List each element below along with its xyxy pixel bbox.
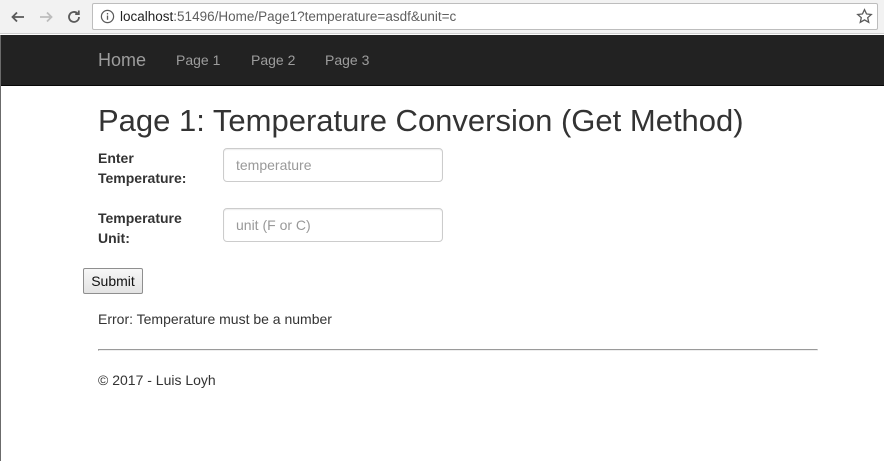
submit-button[interactable]: Submit (83, 268, 143, 294)
unit-input[interactable] (223, 208, 443, 242)
back-arrow-icon (11, 11, 24, 23)
bookmark-star-icon[interactable] (856, 8, 873, 25)
forward-button[interactable] (34, 5, 58, 29)
footer-divider (98, 349, 818, 351)
url-text[interactable]: localhost:51496/Home/Page1?temperature=a… (120, 9, 456, 25)
error-message: Error: Temperature must be a number (98, 311, 332, 327)
url-path: :51496/Home/Page1?temperature=asdf&unit=… (173, 9, 457, 24)
url-host: localhost (120, 9, 174, 24)
page-title: Page 1: Temperature Conversion (Get Meth… (98, 103, 744, 138)
forward-arrow-icon (40, 11, 53, 23)
info-icon[interactable] (100, 9, 115, 24)
nav-link-page-2[interactable]: Page 2 (251, 53, 295, 67)
temperature-input[interactable] (223, 148, 443, 182)
footer-copyright: © 2017 - Luis Loyh (98, 372, 216, 388)
unit-label: Temperature Unit: (98, 210, 182, 246)
site-navbar: Home Page 1 Page 2 Page 3 (1, 35, 884, 86)
browser-toolbar: localhost:51496/Home/Page1?temperature=a… (0, 0, 884, 34)
address-bar[interactable]: localhost:51496/Home/Page1?temperature=a… (92, 3, 878, 30)
temperature-label: Enter Temperature: (98, 150, 187, 186)
nav-link-page-3[interactable]: Page 3 (325, 53, 369, 67)
reload-icon (68, 10, 80, 23)
nav-link-page-1[interactable]: Page 1 (176, 53, 220, 67)
back-button[interactable] (6, 5, 30, 29)
reload-button[interactable] (62, 5, 86, 29)
window-border (0, 35, 1, 461)
nav-brand-home[interactable]: Home (98, 51, 146, 69)
